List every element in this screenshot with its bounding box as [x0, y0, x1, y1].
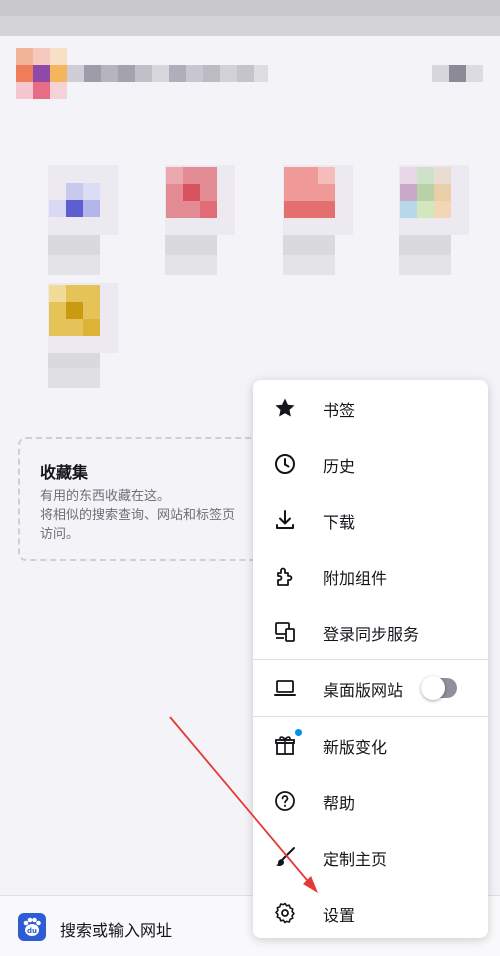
- overflow-menu: 书签 历史 下载 附加组件 登录同步服务 桌面版网站 新版变化 帮助 定制主页 …: [253, 380, 488, 938]
- menu-item-label: 附加组件: [323, 569, 388, 588]
- menu-item-desktop-site[interactable]: 桌面版网站: [253, 660, 488, 716]
- menu-item-history[interactable]: 历史: [253, 436, 488, 492]
- address-bar-input[interactable]: 搜索或输入网址: [60, 917, 172, 941]
- site-label: [283, 235, 335, 255]
- site-label: [48, 235, 100, 255]
- collections-title: 收藏集: [40, 463, 89, 482]
- desktop-site-toggle[interactable]: [421, 676, 457, 700]
- menu-item-label: 定制主页: [323, 850, 388, 869]
- top-site-tile[interactable]: [268, 150, 368, 275]
- menu-item-help[interactable]: 帮助: [253, 773, 488, 829]
- menu-item-label: 桌面版网站: [323, 681, 404, 700]
- menu-item-downloads[interactable]: 下载: [253, 492, 488, 548]
- download-icon: [273, 508, 297, 532]
- menu-item-label: 书签: [323, 401, 356, 420]
- toggle-knob: [421, 676, 445, 700]
- notification-dot: [295, 729, 302, 736]
- menu-item-addons[interactable]: 附加组件: [253, 548, 488, 604]
- top-site-tile[interactable]: [33, 268, 133, 388]
- puzzle-icon: [273, 564, 297, 588]
- menu-item-label: 设置: [323, 906, 356, 925]
- brush-icon: [273, 845, 297, 869]
- gift-icon: [273, 733, 297, 757]
- menu-item-sync[interactable]: 登录同步服务: [253, 604, 488, 660]
- top-site-tile[interactable]: [33, 150, 133, 275]
- menu-item-label: 新版变化: [323, 738, 388, 757]
- status-bar: [0, 0, 500, 36]
- menu-item-label: 历史: [323, 457, 356, 476]
- site-label: [399, 235, 451, 255]
- laptop-icon: [273, 676, 297, 700]
- clock-icon: [273, 452, 297, 476]
- menu-item-label: 帮助: [323, 794, 356, 813]
- baidu-icon[interactable]: du: [18, 913, 46, 941]
- menu-item-whats-new[interactable]: 新版变化: [253, 717, 488, 773]
- star-icon: [273, 396, 297, 420]
- top-site-tile[interactable]: [384, 150, 484, 275]
- menu-item-customize-home[interactable]: 定制主页: [253, 829, 488, 885]
- sync-devices-icon: [273, 620, 297, 644]
- top-site-tile[interactable]: [150, 150, 250, 275]
- svg-text:du: du: [27, 927, 37, 935]
- gear-icon: [273, 901, 297, 925]
- menu-item-settings[interactable]: 设置: [253, 885, 488, 941]
- menu-item-label: 下载: [323, 513, 356, 532]
- menu-item-label: 登录同步服务: [323, 625, 420, 644]
- site-label: [165, 235, 217, 255]
- help-icon: [273, 789, 297, 813]
- menu-item-bookmarks[interactable]: 书签: [253, 380, 488, 436]
